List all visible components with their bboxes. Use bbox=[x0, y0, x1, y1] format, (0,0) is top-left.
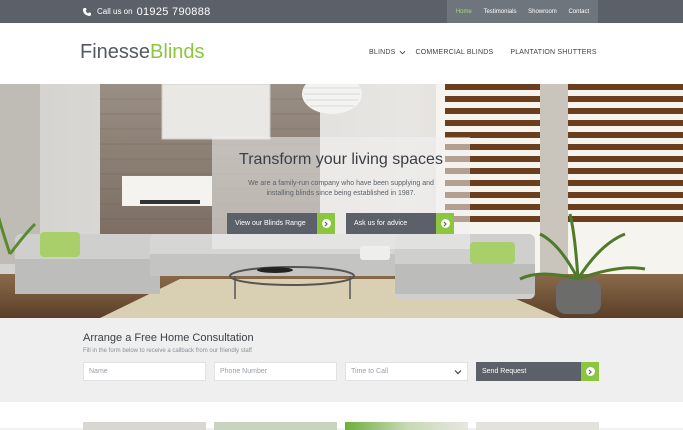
topnav-testimonials[interactable]: Testimonials bbox=[483, 9, 516, 15]
chevron-down-icon bbox=[399, 50, 405, 55]
phone-number[interactable]: 01925 790888 bbox=[137, 6, 211, 18]
site-logo[interactable]: Finesse Blinds bbox=[80, 41, 205, 64]
hero-banner: Transform your living spaces We are a fa… bbox=[0, 84, 683, 318]
ask-for-advice-label: Ask us for advice bbox=[354, 220, 408, 227]
arrow-right-icon bbox=[581, 362, 599, 381]
topnav-contact[interactable]: Contact bbox=[568, 9, 589, 15]
site-header: Finesse Blinds BLINDS COMMERCIAL BLINDS P… bbox=[0, 23, 683, 84]
phone-number-input[interactable]: Phone Number bbox=[214, 362, 337, 381]
chevron-down-icon bbox=[454, 369, 462, 374]
phone-contact[interactable]: Call us on 01925 790888 bbox=[82, 4, 211, 19]
logo-text-finesse: Finesse bbox=[80, 41, 151, 63]
view-blinds-range-button[interactable]: View our Blinds Range bbox=[227, 213, 335, 234]
nav-blinds-label: BLINDS bbox=[369, 49, 396, 56]
feature-thumbnail[interactable] bbox=[345, 422, 468, 430]
name-placeholder: Name bbox=[89, 368, 108, 375]
ask-for-advice-button[interactable]: Ask us for advice bbox=[346, 213, 454, 234]
time-placeholder: Time to Call bbox=[351, 368, 389, 375]
feature-thumbnail[interactable] bbox=[214, 422, 337, 430]
topnav-home[interactable]: Home bbox=[456, 9, 472, 15]
nav-blinds[interactable]: BLINDS bbox=[369, 49, 406, 56]
topnav-showroom[interactable]: Showroom bbox=[528, 9, 557, 15]
send-request-label: Send Request bbox=[482, 368, 527, 375]
featured-strip bbox=[0, 402, 683, 430]
arrow-right-icon bbox=[436, 213, 454, 234]
arrow-right-icon bbox=[317, 213, 335, 234]
nav-commercial-blinds[interactable]: COMMERCIAL BLINDS bbox=[416, 49, 494, 56]
consultation-section: Arrange a Free Home Consultation Fill in… bbox=[0, 318, 683, 402]
hero-subtext: We are a family-run company who have bee… bbox=[248, 180, 434, 197]
consultation-description: Fill in the form below to receive a call… bbox=[83, 348, 252, 354]
nav-plantation-shutters[interactable]: PLANTATION SHUTTERS bbox=[510, 49, 596, 56]
logo-text-blinds: Blinds bbox=[150, 41, 205, 63]
phone-icon bbox=[83, 7, 91, 16]
nav-commercial-label: COMMERCIAL BLINDS bbox=[415, 49, 494, 56]
phone-placeholder: Phone Number bbox=[220, 368, 268, 375]
feature-thumbnail[interactable] bbox=[83, 422, 206, 430]
main-nav: BLINDS COMMERCIAL BLINDS PLANTATION SHUT… bbox=[369, 49, 597, 56]
send-request-button[interactable]: Send Request bbox=[476, 362, 599, 381]
time-to-call-select[interactable]: Time to Call bbox=[345, 362, 468, 381]
top-nav: Home Testimonials Showroom Contact bbox=[447, 0, 598, 23]
hero-overlay: Transform your living spaces We are a fa… bbox=[212, 137, 470, 249]
consultation-title: Arrange a Free Home Consultation bbox=[83, 332, 254, 344]
name-input[interactable]: Name bbox=[83, 362, 206, 381]
nav-plantation-label: PLANTATION SHUTTERS bbox=[510, 49, 597, 56]
call-label: Call us on bbox=[97, 7, 133, 16]
view-blinds-range-label: View our Blinds Range bbox=[235, 220, 306, 227]
feature-thumbnail[interactable] bbox=[476, 422, 599, 430]
top-bar: Call us on 01925 790888 Home Testimonial… bbox=[0, 0, 683, 23]
hero-heading: Transform your living spaces bbox=[239, 151, 443, 168]
